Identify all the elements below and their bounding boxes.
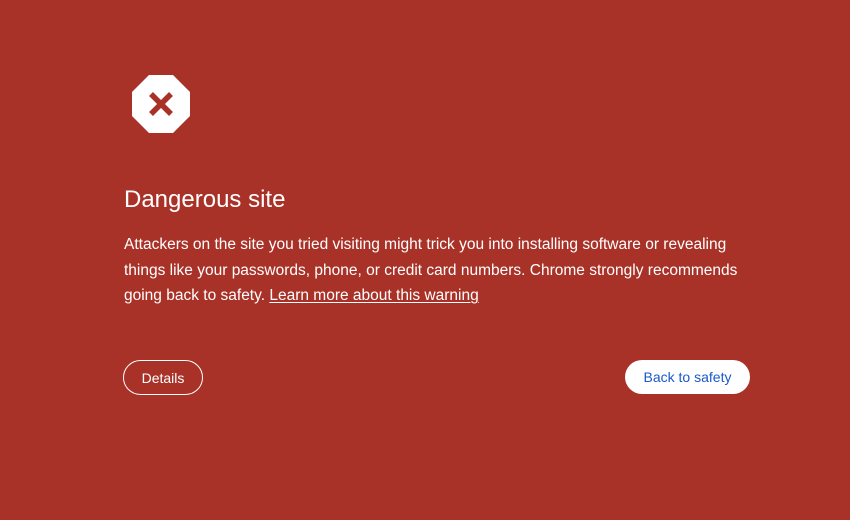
warning-description: Attackers on the site you tried visiting…	[124, 232, 754, 309]
back-to-safety-button[interactable]: Back to safety	[625, 360, 750, 394]
page-title: Dangerous site	[124, 186, 286, 213]
learn-more-link[interactable]: Learn more about this warning	[269, 287, 478, 304]
dangerous-site-interstitial: Dangerous site Attackers on the site you…	[0, 0, 850, 520]
details-button[interactable]: Details	[123, 360, 203, 395]
stop-sign-x-icon	[132, 75, 190, 133]
